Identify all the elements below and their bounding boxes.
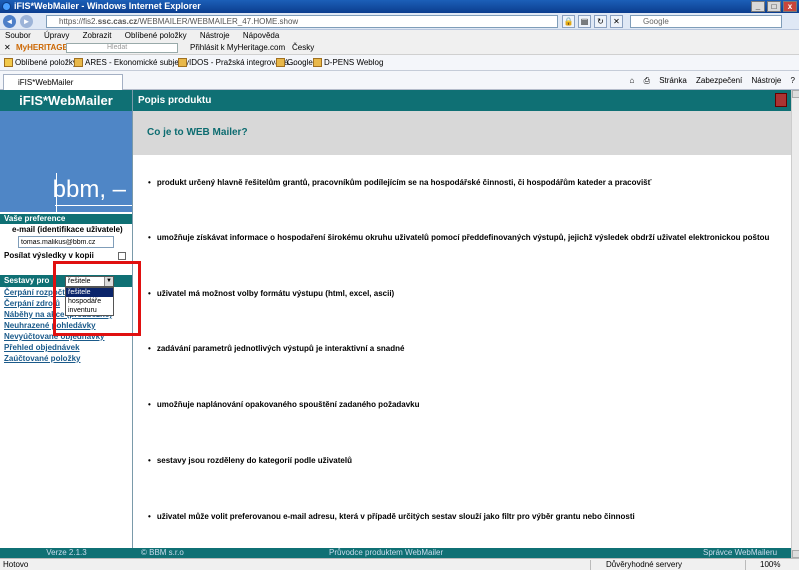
- email-field[interactable]: [18, 236, 114, 248]
- favorites-bar: Oblíbené položky ARES - Ekonomické subje…: [0, 55, 799, 71]
- page-menu[interactable]: Stránka: [659, 76, 687, 85]
- favorite-label: ARES - Ekonomické subjekty: [85, 58, 190, 67]
- window-title: iFIS*WebMailer - Windows Internet Explor…: [14, 1, 201, 11]
- reports-header-label: Sestavy pro: [4, 276, 50, 285]
- feature-bullet: uživatel může volit preferovanou e-mail …: [148, 512, 635, 521]
- zoom-level[interactable]: 100%: [760, 559, 780, 570]
- tools-menu[interactable]: Nástroje: [752, 76, 782, 85]
- copyright: © BBM s.r.o: [141, 548, 184, 557]
- tab-row: iFIS*WebMailer ⌂ ⎙ Stránka Zabezpečení N…: [0, 71, 799, 90]
- book-icon[interactable]: [775, 93, 787, 107]
- tab-label: iFIS*WebMailer: [18, 78, 74, 87]
- favorite-label: D-PENS Weblog: [324, 58, 384, 67]
- main-header: Popis produktu: [133, 90, 791, 111]
- menu-file[interactable]: Soubor: [5, 31, 31, 40]
- menu-favorites[interactable]: Oblíbené položky: [125, 31, 187, 40]
- menu-bar: Soubor Úpravy Zobrazit Oblíbené položky …: [0, 30, 799, 41]
- page-icon: [178, 58, 187, 68]
- language-select[interactable]: Česky: [292, 41, 314, 55]
- compatibility-icon[interactable]: ▤: [578, 15, 591, 28]
- back-button[interactable]: ◄: [3, 15, 16, 28]
- favorite-label: Google: [287, 58, 313, 67]
- url-path: /WEBMAILER/WEBMAILER_47.HOME.show: [137, 17, 299, 26]
- page-icon: [276, 58, 285, 68]
- login-link[interactable]: Přihlásit k MyHeritage.com: [190, 41, 285, 55]
- favorites-button[interactable]: Oblíbené položky: [4, 55, 77, 71]
- email-label: e-mail (identifikace uživatele): [12, 225, 123, 234]
- app-brand: iFIS*WebMailer: [0, 90, 132, 111]
- status-text: Hotovo: [3, 560, 29, 569]
- link-zauctovane-polozky[interactable]: Zaúčtované položky: [0, 353, 132, 364]
- refresh-icon[interactable]: ↻: [594, 15, 607, 28]
- url-domain: ssc.cas.cz: [97, 17, 138, 26]
- preferences-header: Vaše preference: [0, 214, 132, 224]
- bbm-logo: bbm, –: [0, 111, 132, 214]
- feature-bullet: sestavy jsou rozděleny do kategorií podl…: [148, 456, 352, 465]
- menu-edit[interactable]: Úpravy: [44, 31, 69, 40]
- menu-tools[interactable]: Nástroje: [200, 31, 230, 40]
- tab-webmailer[interactable]: iFIS*WebMailer: [3, 74, 123, 90]
- address-row: ◄ ► https://fis2.ssc.cas.cz/WEBMAILER/WE…: [0, 13, 799, 30]
- logo-text: bbm, –: [52, 176, 126, 203]
- star-icon: [4, 58, 13, 68]
- toolbar-search-placeholder: Hledat: [107, 44, 128, 51]
- feature-bullet: zadávání parametrů jednotlivých výstupů …: [148, 344, 405, 353]
- page-content: iFIS*WebMailer bbm, – Vaše preference e-…: [0, 90, 791, 558]
- favorites-label: Oblíbené položky: [15, 58, 77, 67]
- page-icon: [313, 58, 322, 68]
- feature-bullet: umožňuje získávat informace o hospodařen…: [148, 233, 770, 242]
- url-prefix: https://fis2.: [59, 17, 98, 26]
- close-button[interactable]: x: [783, 1, 797, 12]
- address-bar[interactable]: https://fis2.ssc.cas.cz/WEBMAILER/WEBMAI…: [46, 15, 558, 28]
- favorite-dpens[interactable]: D-PENS Weblog: [313, 55, 383, 71]
- scroll-up-button[interactable]: [792, 90, 799, 98]
- help-icon[interactable]: ?: [791, 76, 795, 85]
- security-menu[interactable]: Zabezpečení: [696, 76, 742, 85]
- main-panel: Popis produktu Co je to WEB Mailer? prod…: [133, 90, 791, 558]
- logo-underline: [55, 205, 132, 206]
- window-titlebar: iFIS*WebMailer - Windows Internet Explor…: [0, 0, 799, 13]
- toolbar-search-input[interactable]: Hledat: [66, 43, 178, 53]
- link-prehled-objednavek[interactable]: Přehled objednávek: [0, 342, 132, 353]
- feature-bullet: umožňuje naplánování opakovaného spouště…: [148, 400, 420, 409]
- minimize-button[interactable]: _: [751, 1, 765, 12]
- vertical-scrollbar[interactable]: [791, 90, 799, 558]
- feature-bullet: uživatel má možnost volby formátu výstup…: [148, 289, 394, 298]
- favorite-ares[interactable]: ARES - Ekonomické subjekty: [74, 55, 189, 71]
- search-placeholder: Google: [643, 17, 669, 26]
- menu-view[interactable]: Zobrazit: [83, 31, 112, 40]
- myheritage-logo[interactable]: MyHERITAGE: [16, 41, 68, 55]
- page-title: Co je to WEB Mailer?: [133, 111, 791, 155]
- page-icon: [74, 58, 83, 68]
- security-zone: Důvěryhodné servery: [606, 560, 683, 569]
- lock-icon[interactable]: 🔒: [562, 15, 575, 28]
- menu-help[interactable]: Nápověda: [243, 31, 279, 40]
- stop-icon[interactable]: ✕: [610, 15, 623, 28]
- guide-link[interactable]: Průvodce produktem WebMailer: [329, 548, 443, 558]
- version-label: Verze 2.1.3: [0, 548, 133, 558]
- main-header-label: Popis produktu: [138, 95, 212, 106]
- forward-button[interactable]: ►: [20, 15, 33, 28]
- ie-logo-icon: [2, 2, 11, 11]
- home-icon[interactable]: ⌂: [629, 76, 634, 85]
- feature-bullet: produkt určený hlavně řešitelům grantů, …: [148, 178, 652, 187]
- status-bar: Hotovo Důvěryhodné servery 100%: [0, 558, 799, 570]
- main-footer: © BBM s.r.o Průvodce produktem WebMailer…: [133, 548, 791, 558]
- favorite-google[interactable]: Google: [276, 55, 313, 71]
- admin-link[interactable]: Správce WebMaileru: [703, 548, 777, 558]
- maximize-button[interactable]: □: [767, 1, 781, 12]
- addon-toolbar: ✕ MyHERITAGE Hledat Přihlásit k MyHerita…: [0, 41, 799, 55]
- send-copy-label: Posílat výsledky v kopii: [4, 251, 94, 260]
- highlight-box: [53, 261, 141, 336]
- search-input[interactable]: Google: [630, 15, 782, 28]
- close-toolbar-icon[interactable]: ✕: [4, 41, 11, 55]
- scroll-down-button[interactable]: [792, 550, 799, 558]
- send-copy-checkbox[interactable]: [118, 252, 126, 260]
- print-icon[interactable]: ⎙: [644, 76, 650, 85]
